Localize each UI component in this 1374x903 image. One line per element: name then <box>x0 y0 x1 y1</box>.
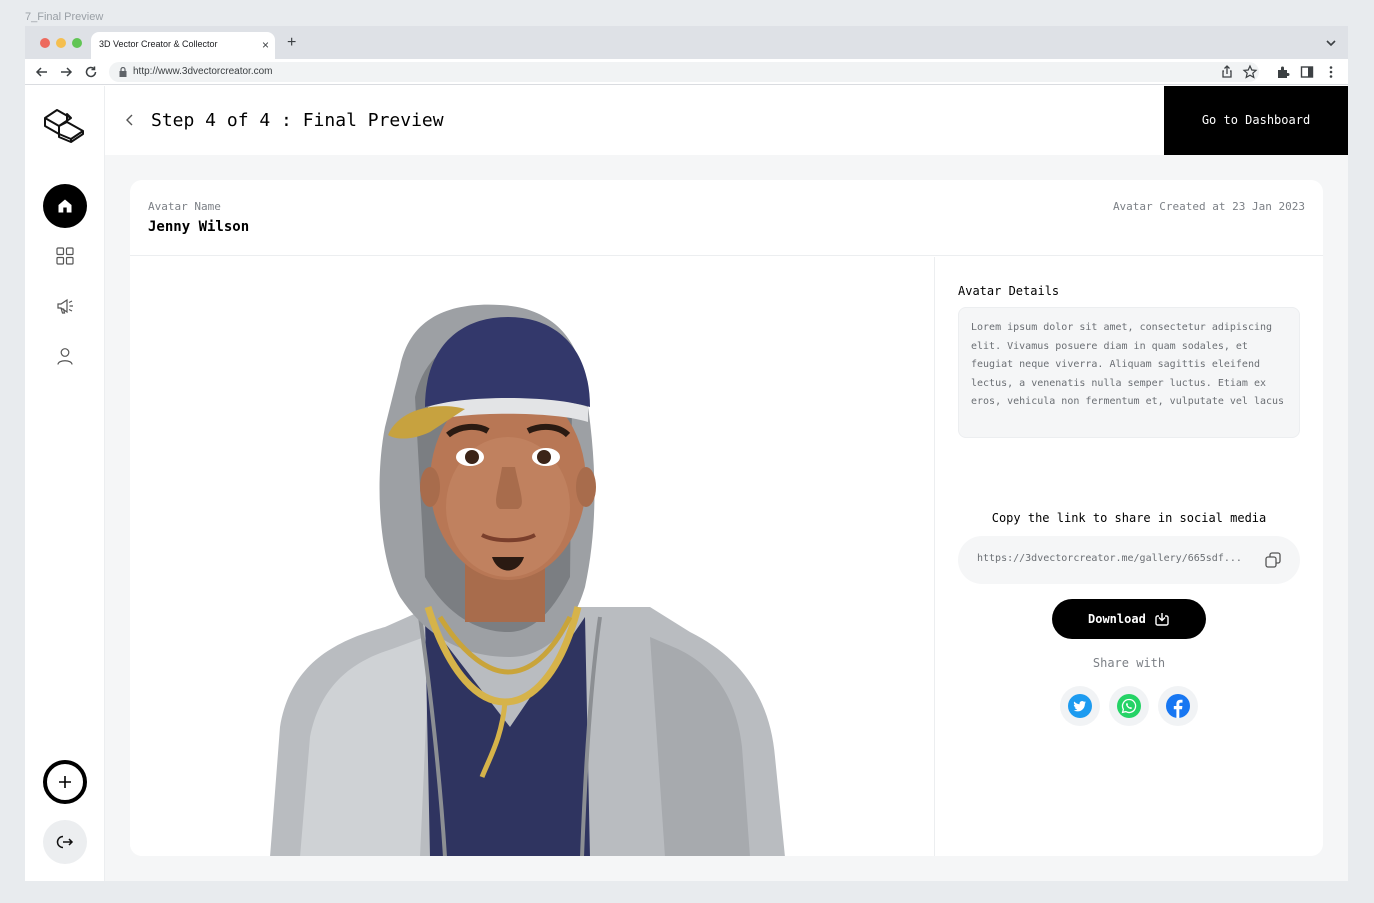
frame-label: 7_Final Preview <box>25 11 104 23</box>
avatar-card: Avatar Name Jenny Wilson Avatar Created … <box>130 180 1323 856</box>
url-text: http://www.3dvectorcreator.com <box>133 66 273 77</box>
maximize-window-button[interactable] <box>72 38 82 48</box>
download-label: Download <box>1088 612 1146 626</box>
avatar-details-panel: Avatar Details Lorem ipsum dolor sit ame… <box>935 257 1323 856</box>
back-chevron-icon[interactable] <box>123 112 137 128</box>
sidebar <box>25 86 105 881</box>
share-prompt: Copy the link to share in social media <box>991 511 1267 525</box>
back-arrow-icon[interactable] <box>34 64 50 80</box>
forward-arrow-icon[interactable] <box>58 64 74 80</box>
logout-button[interactable] <box>43 820 87 864</box>
user-icon[interactable] <box>55 346 75 366</box>
reload-icon[interactable] <box>83 64 99 80</box>
sidebar-item-gallery[interactable] <box>55 246 75 266</box>
sidebar-item-home[interactable] <box>43 184 87 228</box>
browser-tab[interactable]: 3D Vector Creator & Collector × <box>91 32 275 59</box>
share-with-label: Share with <box>1092 656 1166 670</box>
share-icon[interactable] <box>1219 64 1235 80</box>
new-tab-button[interactable]: + <box>287 33 296 53</box>
more-options-icon[interactable] <box>1323 64 1339 80</box>
copy-icon[interactable] <box>1264 551 1282 569</box>
avatar-description: Lorem ipsum dolor sit amet, consectetur … <box>958 307 1300 438</box>
star-icon[interactable] <box>1242 64 1258 80</box>
go-to-dashboard-button[interactable]: Go to Dashboard <box>1164 86 1348 155</box>
whatsapp-icon <box>1117 694 1141 718</box>
logout-icon <box>56 835 74 849</box>
app-body: Step 4 of 4 : Final Preview Go to Dashbo… <box>25 86 1348 881</box>
minimize-window-button[interactable] <box>56 38 66 48</box>
twitter-share-button[interactable] <box>1060 686 1100 726</box>
share-link-field[interactable]: https://3dvectorcreator.me/gallery/665sd… <box>958 536 1300 584</box>
avatar-card-header: Avatar Name Jenny Wilson Avatar Created … <box>130 180 1323 256</box>
twitter-icon <box>1068 694 1092 718</box>
extensions-icon[interactable] <box>1275 64 1291 80</box>
download-button[interactable]: Download <box>1052 599 1206 639</box>
home-icon <box>58 199 72 213</box>
avatar-details-title: Avatar Details <box>958 284 1060 298</box>
browser-toolbar: http://www.3dvectorcreator.com <box>25 59 1348 85</box>
address-bar[interactable]: http://www.3dvectorcreator.com <box>109 62 1259 82</box>
tab-strip: 3D Vector Creator & Collector × + <box>25 26 1348 59</box>
side-panel-icon[interactable] <box>1299 64 1315 80</box>
avatar-name-label: Avatar Name <box>148 200 221 213</box>
whatsapp-share-button[interactable] <box>1109 686 1149 726</box>
lock-icon <box>119 67 127 77</box>
plus-icon <box>59 776 71 788</box>
browser-window: 3D Vector Creator & Collector × + http:/… <box>25 26 1348 881</box>
chevron-down-icon[interactable] <box>1324 36 1338 50</box>
megaphone-icon[interactable] <box>55 296 75 316</box>
avatar-name: Jenny Wilson <box>148 219 250 235</box>
download-icon <box>1155 613 1169 626</box>
avatar-created-date: Avatar Created at 23 Jan 2023 <box>1112 200 1305 213</box>
tab-close-icon[interactable]: × <box>262 38 269 52</box>
share-link-text: https://3dvectorcreator.me/gallery/665sd… <box>977 553 1242 564</box>
page-title: Step 4 of 4 : Final Preview <box>151 110 444 131</box>
add-avatar-button[interactable] <box>43 760 87 804</box>
avatar-preview <box>130 257 935 856</box>
facebook-share-button[interactable] <box>1158 686 1198 726</box>
avatar-image <box>270 304 785 856</box>
logo-icon <box>44 109 84 143</box>
tab-title: 3D Vector Creator & Collector <box>99 39 218 49</box>
facebook-icon <box>1166 694 1190 718</box>
top-bar: Step 4 of 4 : Final Preview Go to Dashbo… <box>105 86 1348 155</box>
close-window-button[interactable] <box>40 38 50 48</box>
